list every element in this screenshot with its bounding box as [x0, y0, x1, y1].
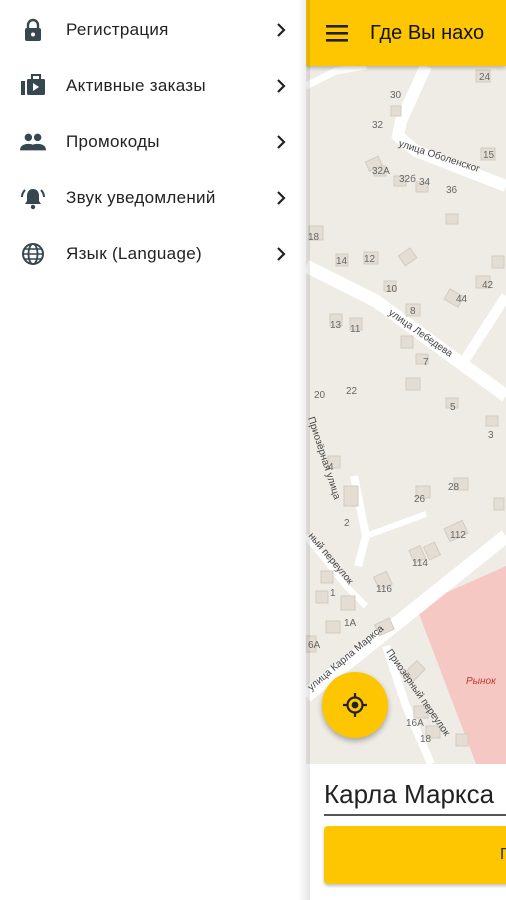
house-number: 12 — [364, 254, 376, 265]
house-number: 32б — [399, 173, 416, 185]
house-number: 6А — [308, 640, 321, 651]
confirm-button[interactable]: П — [324, 826, 506, 884]
briefcase-play-icon — [20, 73, 46, 99]
house-number: 20 — [314, 390, 326, 401]
menu-item-label: Звук уведомлений — [66, 188, 216, 207]
house-number: 7 — [423, 357, 429, 368]
confirm-button-label: П — [500, 846, 506, 863]
page-title: Где Вы нахо — [370, 22, 485, 44]
house-number: 1А — [344, 618, 357, 629]
house-number: 36 — [446, 185, 458, 196]
chevron-right-icon — [277, 135, 286, 149]
house-number: 16А — [406, 718, 424, 729]
chevron-right-icon — [277, 191, 286, 205]
house-number: 24 — [479, 72, 491, 83]
house-number: 18 — [420, 734, 432, 745]
house-number: 30 — [390, 90, 402, 101]
house-number: 2 — [344, 518, 350, 529]
chevron-right-icon — [277, 247, 286, 261]
house-number: 5 — [450, 402, 456, 413]
menu-item-language[interactable]: Язык (Language) — [0, 226, 306, 282]
house-number: 28 — [448, 482, 460, 493]
house-number: 13 — [330, 320, 342, 331]
menu-item-promocodes[interactable]: Промокоды — [0, 114, 306, 170]
house-number: 32А — [372, 166, 390, 177]
menu-item-label: Язык (Language) — [66, 244, 202, 263]
menu-item-registration[interactable]: Регистрация — [0, 2, 306, 58]
main-screen: Где Вы нахо 24 30 15 32 32А 32б 34 36 18… — [306, 0, 506, 900]
navigation-drawer: Регистрация Активные заказы Промокоды Зв… — [0, 0, 306, 900]
house-number: 22 — [346, 386, 358, 397]
house-number: 18 — [308, 232, 320, 243]
house-number: 14 — [336, 256, 348, 267]
menu-icon[interactable] — [326, 23, 348, 43]
bottom-panel: Карла Маркса П — [306, 764, 506, 900]
house-number: 10 — [386, 284, 398, 295]
chevron-right-icon — [277, 23, 286, 37]
globe-icon — [20, 241, 46, 267]
house-number: 11 — [350, 324, 361, 335]
market-label: Рынок — [466, 676, 497, 687]
house-number: 42 — [482, 280, 494, 291]
people-icon — [20, 129, 46, 155]
lock-icon — [20, 17, 46, 43]
menu-item-active-orders[interactable]: Активные заказы — [0, 58, 306, 114]
my-location-button[interactable] — [322, 672, 388, 738]
house-number: 44 — [456, 294, 468, 305]
menu-item-label: Регистрация — [66, 20, 169, 39]
crosshair-icon — [343, 693, 367, 717]
chevron-right-icon — [277, 79, 286, 93]
notification-bell-icon — [20, 185, 46, 211]
house-number: 3 — [488, 430, 494, 441]
house-number: 8 — [410, 306, 416, 317]
house-number: 1 — [330, 588, 336, 599]
house-number: 116 — [376, 584, 392, 595]
menu-item-label: Промокоды — [66, 132, 160, 151]
menu-item-label: Активные заказы — [66, 76, 206, 95]
menu-item-notification-sound[interactable]: Звук уведомлений — [0, 170, 306, 226]
address-input[interactable]: Карла Маркса — [324, 774, 506, 816]
house-number: 26 — [414, 494, 426, 505]
house-number: 15 — [483, 150, 495, 161]
house-number: 32 — [372, 120, 384, 131]
house-number: 34 — [419, 177, 431, 188]
map-view[interactable]: 24 30 15 32 32А 32б 34 36 18 14 12 10 42… — [306, 66, 506, 764]
house-number: 114 — [412, 558, 428, 569]
house-number: 112 — [450, 530, 466, 541]
app-bar: Где Вы нахо — [306, 0, 506, 66]
